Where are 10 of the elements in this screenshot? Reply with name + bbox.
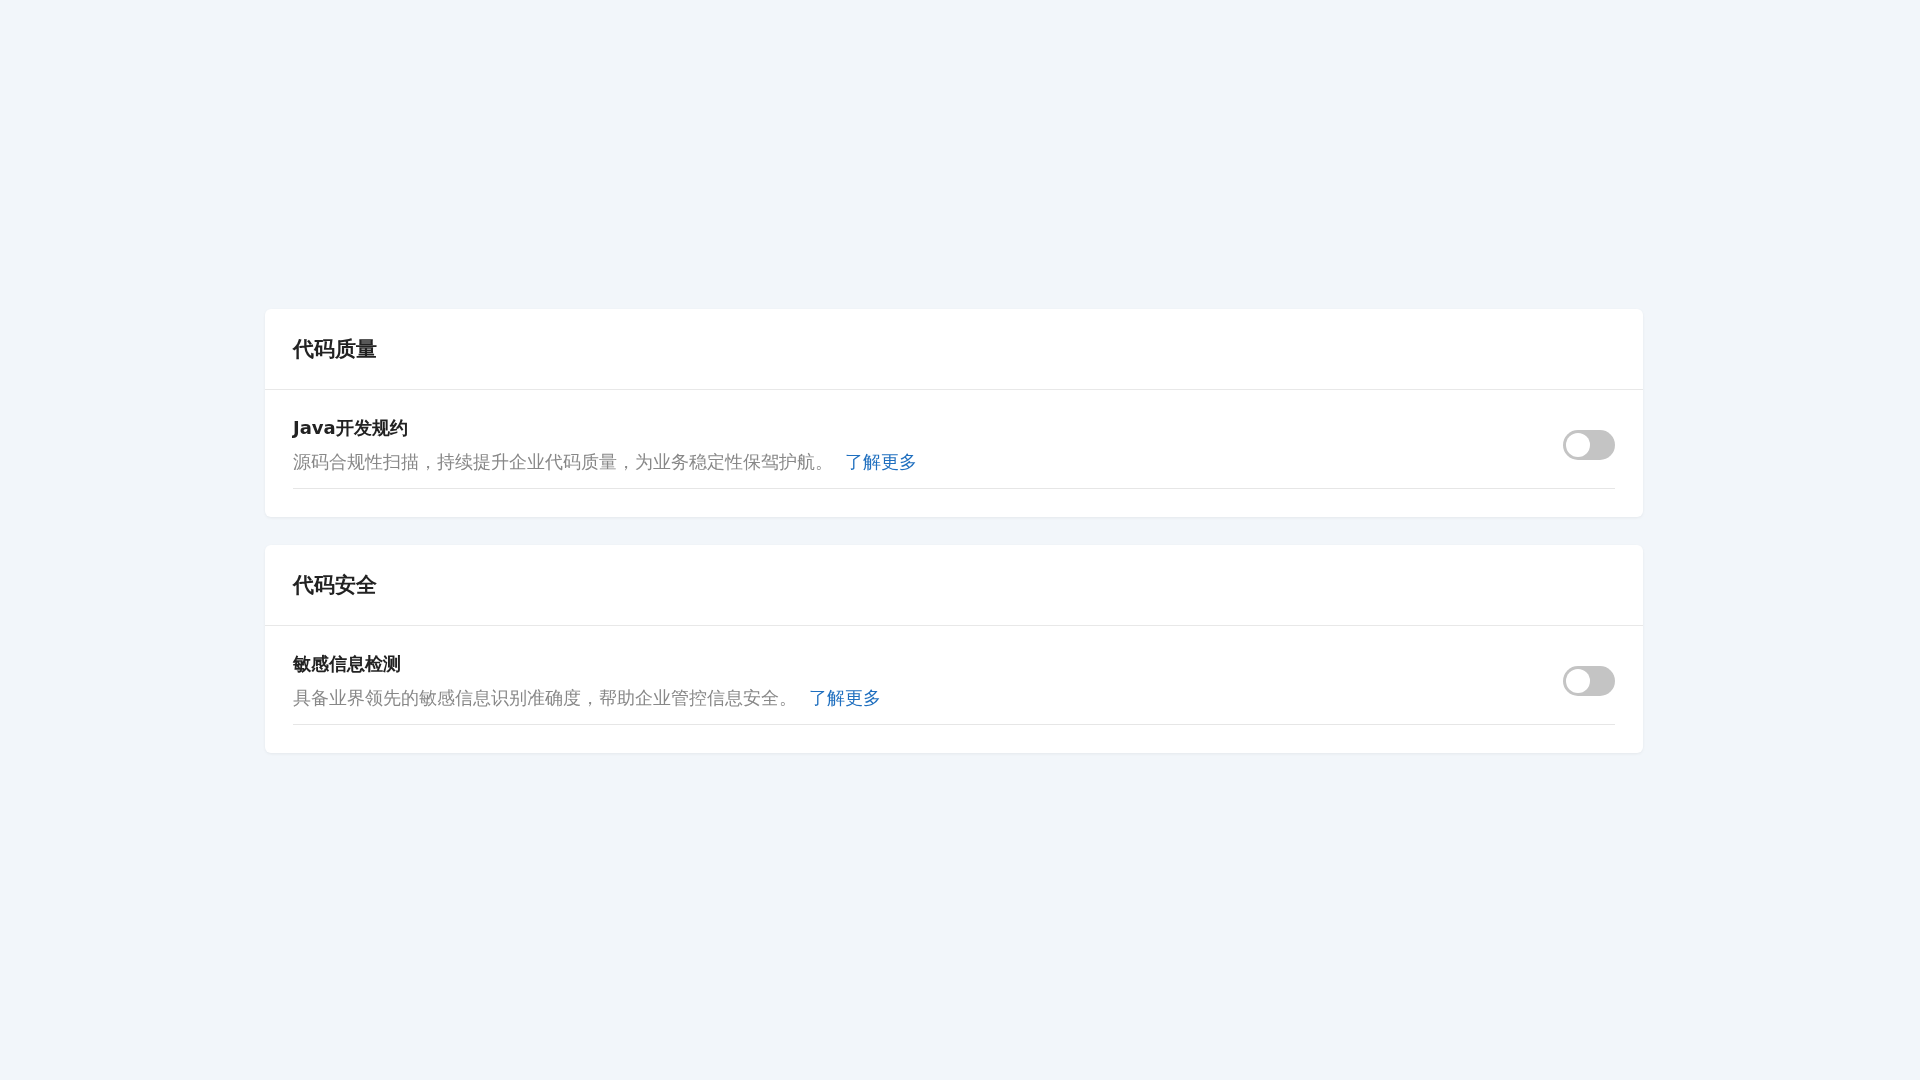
learn-more-link[interactable]: 了解更多 xyxy=(845,451,917,472)
learn-more-link[interactable]: 了解更多 xyxy=(809,687,881,708)
toggle-switch[interactable] xyxy=(1563,430,1615,460)
setting-description: 具备业界领先的敏感信息识别准确度，帮助企业管控信息安全。 了解更多 xyxy=(293,686,881,710)
toggle-switch[interactable] xyxy=(1563,666,1615,696)
setting-description: 源码合规性扫描，持续提升企业代码质量，为业务稳定性保驾护航。 了解更多 xyxy=(293,450,917,474)
setting-name: 敏感信息检测 xyxy=(293,652,402,676)
setting-name: Java开发规约 xyxy=(293,416,409,440)
section-title: 代码安全 xyxy=(293,572,377,599)
section-title: 代码质量 xyxy=(293,336,377,363)
